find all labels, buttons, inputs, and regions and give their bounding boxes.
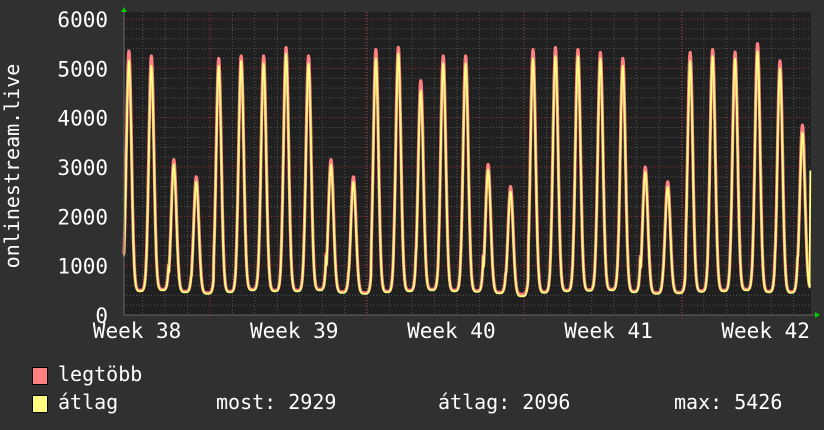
x-tick-label: Week 39 <box>250 319 339 340</box>
y-axis-arrow-icon <box>121 7 127 12</box>
legend-label-max: legtöbb <box>58 362 143 386</box>
legend-swatch-max <box>32 367 48 385</box>
legend-swatch-avg <box>32 395 48 413</box>
y-tick-label: 2000 <box>57 205 108 229</box>
legend-label-avg: átlag <box>58 390 119 414</box>
y-tick-label: 3000 <box>57 156 108 180</box>
stat-current: most: 2929 <box>216 390 337 414</box>
y-axis-label: onlinestream.live <box>0 64 24 269</box>
stat-max: max: 5426 <box>674 390 783 414</box>
x-axis-arrow-icon <box>815 312 820 318</box>
x-tick-label: Week 38 <box>93 319 182 340</box>
x-tick-label: Week 40 <box>407 319 496 340</box>
stat-average: átlag: 2096 <box>438 390 571 414</box>
x-tick-label: Week 42 <box>721 319 810 340</box>
rrd-chart: 0100020003000400050006000Week 38 Week 39 W… <box>0 7 820 340</box>
x-tick-label: Week 41 <box>564 319 653 340</box>
y-tick-label: 4000 <box>57 107 108 131</box>
y-tick-label: 6000 <box>57 8 108 32</box>
y-tick-label: 1000 <box>57 255 108 279</box>
y-tick-label: 5000 <box>57 57 108 81</box>
